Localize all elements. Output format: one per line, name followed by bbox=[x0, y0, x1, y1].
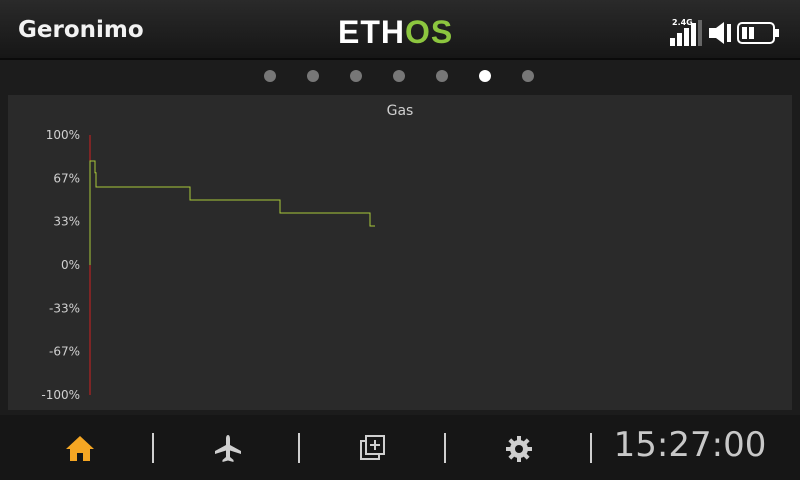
page-dot[interactable] bbox=[307, 70, 319, 82]
y-tick-label: 100% bbox=[46, 128, 80, 142]
gear-icon[interactable] bbox=[501, 431, 537, 467]
page-dot[interactable] bbox=[522, 70, 534, 82]
nav-separator bbox=[152, 433, 154, 463]
y-tick-label: -67% bbox=[49, 345, 80, 359]
series-line bbox=[89, 160, 375, 265]
y-tick-label: 0% bbox=[61, 258, 80, 272]
chart-panel: Gas 100% 67% 33% 0% -33% -67% -100% bbox=[8, 95, 792, 410]
page-dot[interactable] bbox=[393, 70, 405, 82]
nav-separator bbox=[590, 433, 592, 463]
add-widget-icon[interactable] bbox=[355, 431, 391, 467]
y-tick-label: -33% bbox=[49, 301, 80, 315]
ethos-logo: ETHOS bbox=[338, 14, 454, 50]
top-status-bar: Geronimo ETHOS 2.4G bbox=[0, 0, 800, 60]
page-indicator[interactable] bbox=[0, 60, 800, 94]
y-tick-label: 67% bbox=[53, 171, 80, 185]
page-dot[interactable] bbox=[479, 70, 491, 82]
airplane-icon[interactable] bbox=[210, 431, 246, 467]
bottom-nav-bar: 15:27:00 bbox=[0, 415, 800, 480]
page-dot[interactable] bbox=[436, 70, 448, 82]
speaker-icon bbox=[709, 22, 731, 44]
nav-separator bbox=[298, 433, 300, 463]
signal-strength-icon bbox=[670, 20, 702, 46]
y-tick-label: -100% bbox=[41, 388, 80, 402]
nav-separator bbox=[444, 433, 446, 463]
battery-icon bbox=[737, 22, 779, 44]
gas-chart: 100% 67% 33% 0% -33% -67% -100% bbox=[41, 128, 375, 402]
page-dot[interactable] bbox=[264, 70, 276, 82]
model-name: Geronimo bbox=[18, 17, 144, 43]
y-tick-label: 33% bbox=[53, 215, 80, 229]
page-dot[interactable] bbox=[350, 70, 362, 82]
clock: 15:27:00 bbox=[613, 425, 767, 465]
home-icon[interactable] bbox=[62, 431, 98, 467]
